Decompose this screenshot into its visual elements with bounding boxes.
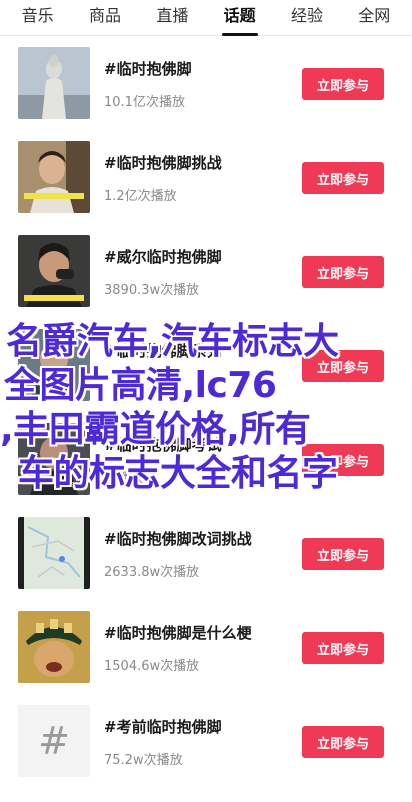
hashtag-icon[interactable]: #	[18, 705, 90, 777]
join-button[interactable]: 立即参与	[302, 726, 384, 758]
category-tabs: 音乐 商品 直播 话题 经验 全网	[0, 0, 412, 36]
topic-view-count: 75.2w次播放	[104, 753, 183, 768]
join-button[interactable]: 立即参与	[302, 256, 384, 288]
list-item[interactable]: #临时抱佛脚挑战 1.2亿次播放 立即参与	[0, 130, 412, 224]
join-button[interactable]: 立即参与	[302, 632, 384, 664]
join-button[interactable]: 立即参与	[302, 444, 384, 476]
topic-thumbnail[interactable]	[18, 329, 90, 401]
topic-title: #临时抱佛脚改词挑战	[104, 530, 252, 548]
list-item[interactable]: # #考前临时抱佛脚 75.2w次播放 立即参与	[0, 694, 412, 788]
topic-view-count: 10.1亿次播放	[104, 95, 185, 110]
topic-title: #临时抱佛脚挑战	[104, 154, 222, 172]
join-button[interactable]: 立即参与	[302, 162, 384, 194]
topic-thumbnail[interactable]	[18, 423, 90, 495]
topic-thumbnail[interactable]	[18, 517, 90, 589]
topic-list: #临时抱佛脚 10.1亿次播放 立即参与 #临时抱佛脚挑战 1.2亿次播放 立即…	[0, 36, 412, 788]
join-button[interactable]: 立即参与	[302, 350, 384, 382]
list-item[interactable]: #临时抱佛脚 10.1亿次播放 立即参与	[0, 36, 412, 130]
list-item[interactable]: #临时抱佛脚考试 次播放 立即参与	[0, 412, 412, 506]
topic-thumbnail[interactable]	[18, 141, 90, 213]
topic-title: #临时抱佛脚考试	[104, 436, 222, 454]
tab-music[interactable]: 音乐	[18, 0, 58, 36]
tab-all-web[interactable]: 全网	[354, 0, 394, 36]
join-button[interactable]: 立即参与	[302, 68, 384, 100]
tab-products[interactable]: 商品	[85, 0, 125, 36]
topic-thumbnail[interactable]	[18, 47, 90, 119]
join-button[interactable]: 立即参与	[302, 538, 384, 570]
topic-view-count: 1.2亿次播放	[104, 189, 177, 204]
list-item[interactable]: #临时抱佛脚是什么梗 1504.6w次播放 立即参与	[0, 600, 412, 694]
topic-title: #临时抱佛脚系列	[104, 342, 222, 360]
list-item[interactable]: #临时抱佛脚改词挑战 2633.8w次播放 立即参与	[0, 506, 412, 600]
topic-view-count: 3890.3w次播放	[104, 283, 200, 298]
topic-title: #临时抱佛脚是什么梗	[104, 624, 252, 642]
topic-view-count: 2633.8w次播放	[104, 565, 200, 580]
topic-thumbnail[interactable]	[18, 611, 90, 683]
topic-title: #临时抱佛脚	[104, 60, 192, 78]
topic-title: #威尔临时抱佛脚	[104, 248, 222, 266]
topic-view-count: 次播放	[104, 471, 144, 486]
tab-topics[interactable]: 话题	[220, 0, 260, 36]
tab-experience[interactable]: 经验	[287, 0, 327, 36]
tab-live[interactable]: 直播	[152, 0, 192, 36]
list-item[interactable]: #威尔临时抱佛脚 3890.3w次播放 立即参与	[0, 224, 412, 318]
topic-thumbnail[interactable]	[18, 235, 90, 307]
list-item[interactable]: #临时抱佛脚系列 立即参与	[0, 318, 412, 412]
topic-title: #考前临时抱佛脚	[104, 718, 222, 736]
topic-view-count: 1504.6w次播放	[104, 659, 200, 674]
